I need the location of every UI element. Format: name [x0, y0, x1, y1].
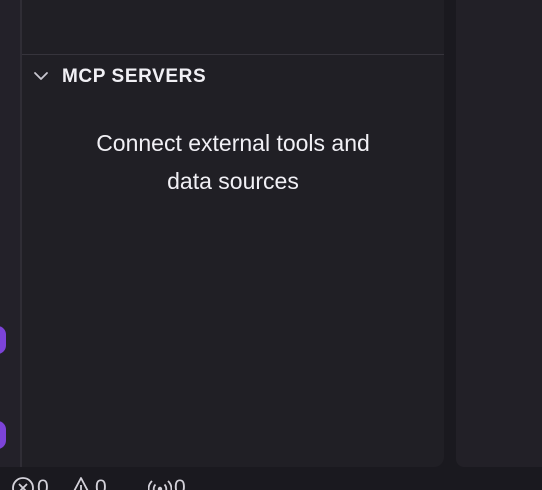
error-icon [12, 477, 34, 490]
mcp-servers-section-header[interactable]: MCP SERVERS [22, 55, 444, 99]
broadcast-icon [148, 480, 172, 490]
avatar[interactable] [0, 421, 6, 449]
editor-panel [456, 0, 542, 467]
errors-count: 0 [37, 476, 49, 490]
empty-state-line: data sources [167, 168, 299, 194]
empty-state-line: Connect external tools and [96, 130, 370, 156]
section-title: MCP SERVERS [62, 66, 207, 87]
activity-bar [0, 0, 20, 467]
broadcast-count: 0 [174, 476, 186, 490]
avatar[interactable] [0, 326, 6, 354]
errors-status[interactable]: 0 [11, 476, 49, 490]
empty-state-message: Connect external tools and data sources [48, 124, 418, 200]
side-panel: MCP SERVERS Connect external tools and d… [22, 0, 444, 467]
warnings-status[interactable]: 0 [69, 476, 107, 490]
status-bar: 0 0 0 [0, 467, 542, 490]
warning-icon [73, 477, 89, 490]
app-window: MCP SERVERS Connect external tools and d… [0, 0, 542, 490]
broadcast-status[interactable]: 0 [148, 476, 186, 490]
panel-gap [444, 0, 456, 467]
warnings-count: 0 [95, 476, 107, 490]
chevron-down-icon [34, 72, 48, 80]
